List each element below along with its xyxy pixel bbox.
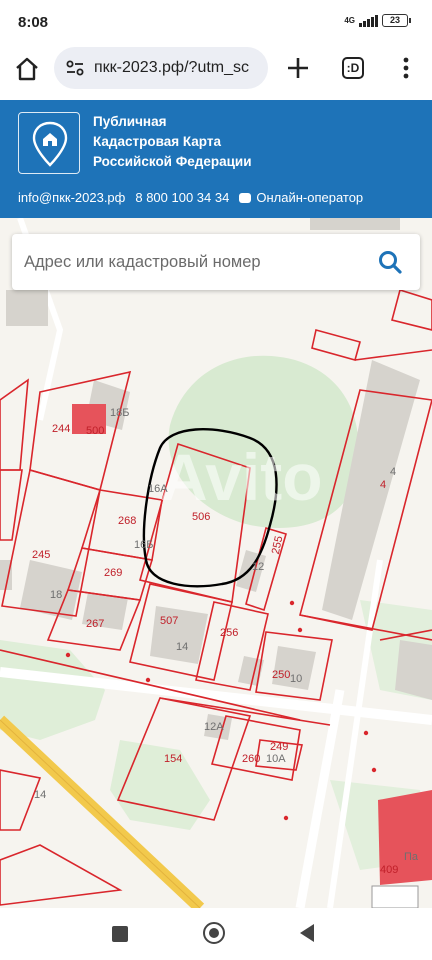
green-area: [0, 640, 105, 740]
parcel-label[interactable]: 245: [32, 549, 50, 561]
cadastral-map[interactable]: Avito 244 500 268 506 255 245 269 267 50…: [0, 218, 432, 908]
chat-icon: [239, 192, 252, 203]
parcel-label[interactable]: 506: [192, 511, 210, 523]
parcel-label[interactable]: 260: [242, 753, 260, 765]
parcel-label[interactable]: 507: [160, 615, 178, 627]
url-text: пкк-2023.рф/?utm_sc: [94, 59, 250, 76]
site-title-line: Российской Федерации: [93, 154, 252, 169]
survey-marker: [283, 815, 289, 821]
building-label: 18: [50, 589, 62, 601]
survey-marker: [289, 600, 295, 606]
map-canvas[interactable]: Avito 244 500 268 506 255 245 269 267 50…: [0, 218, 432, 908]
building-label: 16А: [148, 483, 168, 495]
parcel-label[interactable]: 244: [52, 423, 70, 435]
building: [310, 218, 400, 230]
parcel-label[interactable]: 500: [86, 425, 104, 437]
map-pin-house-icon: [32, 121, 68, 167]
parcel-label[interactable]: 249: [270, 741, 288, 753]
home-icon[interactable]: [14, 56, 40, 82]
building-label: 12А: [204, 721, 224, 733]
parcel-label[interactable]: 256: [220, 627, 238, 639]
site-header: Публичная Кадастровая Карта Российской Ф…: [0, 100, 432, 218]
battery-icon: 23: [382, 14, 411, 27]
survey-marker: [145, 677, 151, 683]
system-nav-bar: [0, 908, 432, 960]
building-label: 12: [252, 561, 264, 573]
building: [395, 640, 432, 700]
search-input[interactable]: [24, 246, 354, 278]
new-tab-icon[interactable]: [284, 54, 312, 82]
status-time: 8:08: [18, 14, 49, 31]
parcel-label[interactable]: 154: [164, 753, 182, 765]
online-chat-link[interactable]: Онлайн-оператор: [239, 190, 363, 205]
more-menu-icon[interactable]: [396, 54, 416, 82]
search-box: [12, 234, 420, 290]
building-label: 4: [390, 466, 396, 478]
recents-square-icon[interactable]: [112, 926, 128, 942]
network-type: 4G: [344, 15, 355, 25]
building-label: Па: [404, 851, 419, 863]
parcel-label[interactable]: 4: [380, 479, 386, 491]
tabs-button[interactable]: :D: [342, 57, 364, 79]
address-bar[interactable]: пкк-2023.рф/?utm_sc: [54, 47, 268, 89]
building: [6, 290, 48, 326]
parcel-label[interactable]: 268: [118, 515, 136, 527]
site-logo[interactable]: [18, 112, 80, 174]
parcel-label[interactable]: 267: [86, 618, 104, 630]
phone-link[interactable]: 8 800 100 34 34: [135, 190, 229, 205]
survey-marker: [363, 730, 369, 736]
building-label-box: [371, 885, 419, 908]
building-label: 10: [290, 673, 302, 685]
parcel-label[interactable]: 269: [104, 567, 122, 579]
status-indicators: 4G 23: [344, 14, 411, 27]
signal-icon: [359, 14, 378, 27]
email-link[interactable]: info@пкк-2023.рф: [18, 190, 125, 205]
site-title-line: Кадастровая Карта: [93, 134, 221, 149]
parcel-label[interactable]: 409: [380, 864, 398, 876]
contact-bar: info@пкк-2023.рф 8 800 100 34 34 Онлайн-…: [0, 180, 432, 214]
site-title: Публичная Кадастровая Карта Российской Ф…: [93, 112, 252, 172]
survey-marker: [65, 652, 71, 658]
building: [150, 606, 208, 664]
site-title-line: Публичная: [93, 114, 167, 129]
parcel-label[interactable]: 250: [272, 669, 290, 681]
chat-label: Онлайн-оператор: [256, 189, 364, 205]
building-label: 10А: [266, 753, 286, 765]
building-label: 14: [176, 641, 188, 653]
building-label: 16Б: [134, 539, 153, 551]
site-settings-icon[interactable]: [66, 60, 84, 76]
survey-marker: [297, 627, 303, 633]
search-icon[interactable]: [376, 248, 404, 276]
watermark-text: Avito: [160, 440, 323, 514]
browser-toolbar: пкк-2023.рф/?utm_sc :D: [0, 44, 432, 96]
home-circle-icon[interactable]: [203, 922, 225, 944]
parcel-label[interactable]: 255: [270, 535, 286, 555]
building-label: 14: [34, 789, 46, 801]
status-bar: 8:08 4G 23: [0, 0, 432, 44]
building-label: 18Б: [110, 407, 129, 419]
survey-marker: [371, 767, 377, 773]
back-triangle-icon[interactable]: [300, 924, 314, 942]
